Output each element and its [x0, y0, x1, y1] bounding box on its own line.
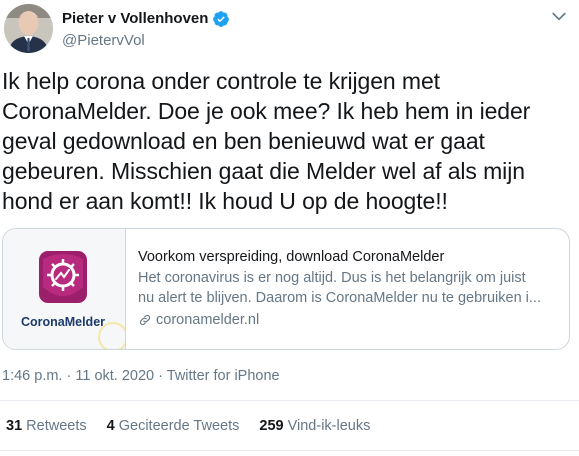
tweet-date[interactable]: 11 okt. 2020 — [75, 368, 154, 384]
tweet-stats: 31 Retweets 4 Geciteerde Tweets 259 Vind… — [6, 418, 370, 434]
tweet-source[interactable]: Twitter for iPhone — [167, 368, 280, 384]
retweets-stat[interactable]: 31 Retweets — [6, 418, 87, 434]
avatar-image — [4, 4, 53, 53]
meta-separator-1: · — [66, 368, 72, 384]
user-name-block: Pieter v Vollenhoven @PietervVol — [62, 9, 230, 51]
tweet-time[interactable]: 1:46 p.m. — [2, 368, 62, 384]
card-url-text: coronamelder.nl — [156, 312, 260, 328]
card-title: Voorkom verspreiding, download CoronaMel… — [138, 249, 445, 265]
user-handle[interactable]: @PietervVol — [62, 31, 230, 51]
retweets-label: Retweets — [26, 418, 87, 434]
divider-top — [0, 400, 579, 401]
link-icon — [139, 314, 151, 326]
display-name-text[interactable]: Pieter v Vollenhoven — [62, 9, 208, 29]
card-body: Voorkom verspreiding, download CoronaMel… — [126, 229, 569, 349]
retweets-count: 31 — [6, 418, 23, 434]
chevron-down-icon[interactable] — [549, 6, 569, 26]
card-description-line-1: Het coronavirus is er nog altijd. Dus is… — [138, 270, 526, 286]
quotes-stat[interactable]: 4 Geciteerde Tweets — [107, 418, 240, 434]
likes-label: Vind-ik-leuks — [287, 418, 371, 434]
coronamelder-logo: CoronaMelder — [3, 229, 125, 349]
card-url: coronamelder.nl — [138, 310, 557, 330]
card-description-line-2: nu alert te blijven. Daarom is CoronaMel… — [138, 290, 541, 306]
quotes-count: 4 — [106, 418, 115, 434]
meta-separator-2: · — [158, 368, 163, 384]
verified-badge-icon — [213, 11, 230, 27]
likes-stat[interactable]: 259 Vind-ik-leuks — [259, 418, 370, 434]
tweet-text: Ik help corona onder controle te krijgen… — [2, 68, 531, 214]
quotes-label: Geciteerde Tweets — [118, 418, 240, 434]
likes-count: 259 — [259, 418, 284, 434]
card-thumbnail: CoronaMelder — [3, 229, 126, 349]
link-preview-card[interactable]: CoronaMelder Voorkom verspreiding, downl… — [2, 228, 570, 350]
logo-text: CoronaMelder — [21, 315, 105, 329]
tweet-header: Pieter v Vollenhoven @PietervVol — [4, 4, 575, 54]
display-name[interactable]: Pieter v Vollenhoven — [62, 9, 230, 29]
divider-bottom — [0, 450, 579, 451]
avatar[interactable] — [4, 4, 53, 53]
tweet-meta: 1:46 p.m. · 11 okt. 2020 · Twitter for i… — [2, 368, 280, 384]
